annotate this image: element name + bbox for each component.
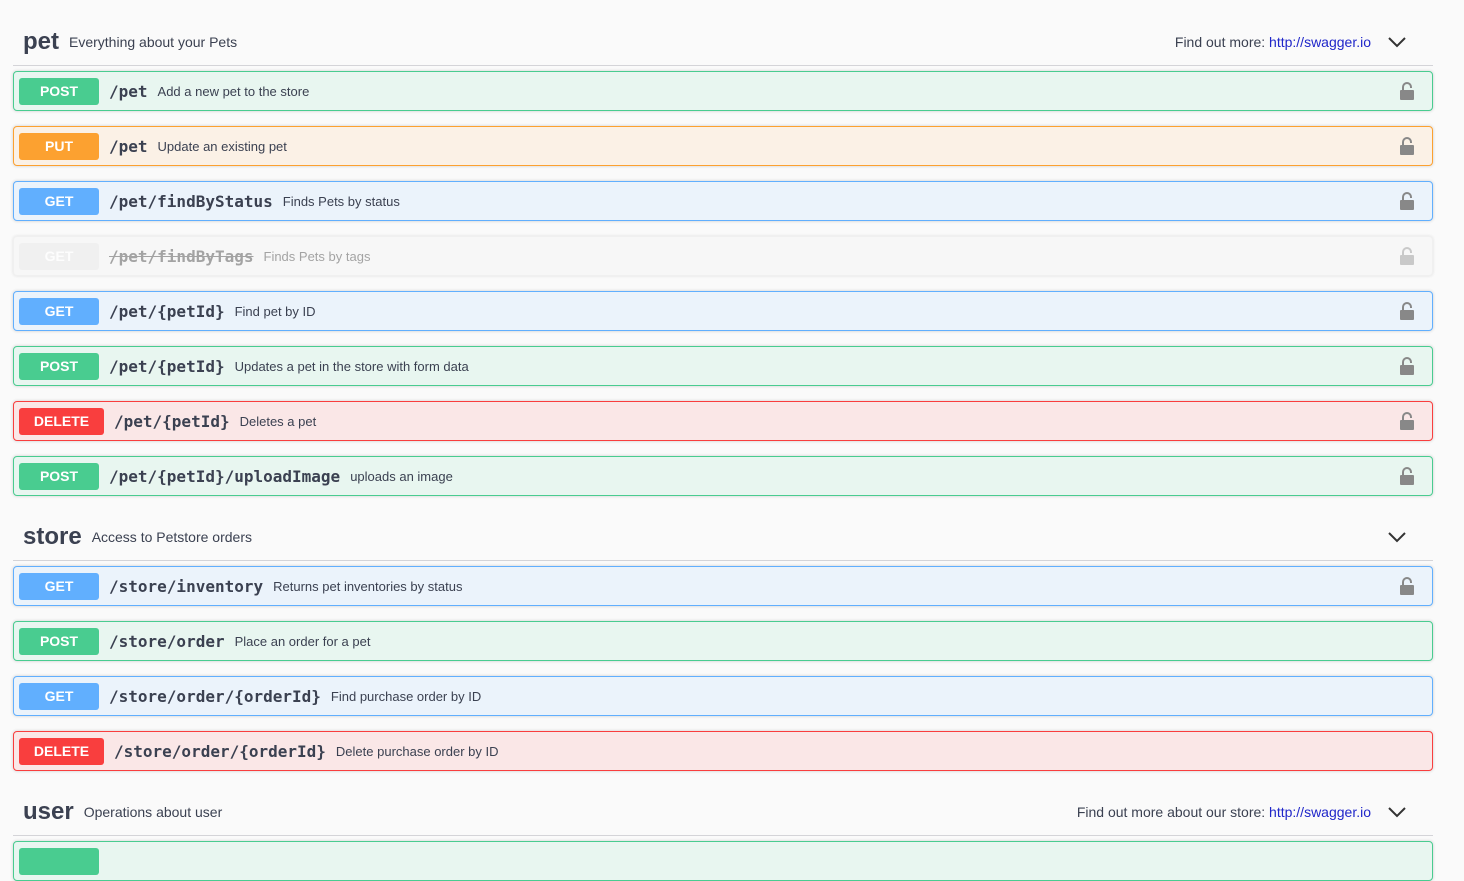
lock-icon[interactable] (1400, 576, 1414, 596)
operation-summary: Find purchase order by ID (330, 688, 482, 704)
lock-icon[interactable] (1400, 411, 1414, 431)
operation-row[interactable]: PUT /pet Update an existing pet (13, 126, 1433, 166)
operation-path: /pet/{petId} (109, 356, 225, 376)
section-description: Everything about your Pets (69, 33, 238, 50)
operation-row[interactable]: GET /store/inventory Returns pet invento… (13, 566, 1433, 606)
method-badge: POST (19, 352, 99, 380)
operation-row[interactable]: POST /pet/{petId} Updates a pet in the s… (13, 346, 1433, 386)
find-out-more: Find out more: http://swagger.io (1175, 34, 1371, 50)
operation-path: /pet/findByStatus (109, 191, 273, 211)
lock-icon[interactable] (1400, 301, 1414, 321)
method-badge: PUT (19, 132, 99, 160)
operation-path: /pet/{petId}/uploadImage (109, 466, 341, 486)
operation-row-partial[interactable] (13, 841, 1433, 881)
method-badge: GET (19, 187, 99, 215)
find-out-more: Find out more about our store: http://sw… (1077, 804, 1371, 820)
operation-path: /pet/findByTags (109, 246, 254, 266)
operation-path: /pet/{petId} (114, 411, 230, 431)
section-title: pet (23, 27, 59, 55)
operation-summary: uploads an image (350, 468, 453, 484)
method-badge: POST (19, 77, 99, 105)
operation-row[interactable]: GET /pet/findByStatus Finds Pets by stat… (13, 181, 1433, 221)
chevron-down-icon[interactable] (1387, 530, 1407, 544)
operation-row[interactable]: POST /pet/{petId}/uploadImage uploads an… (13, 456, 1433, 496)
section-title: user (23, 797, 74, 825)
method-badge: GET (19, 572, 99, 600)
chevron-down-icon[interactable] (1387, 35, 1407, 49)
operation-row[interactable]: GET /store/order/{orderId} Find purchase… (13, 676, 1433, 716)
operation-summary: Delete purchase order by ID (335, 743, 499, 759)
method-badge: GET (19, 297, 99, 325)
operation-row[interactable]: DELETE /store/order/{orderId} Delete pur… (13, 731, 1433, 771)
method-badge: GET (19, 682, 99, 710)
operation-summary: Find pet by ID (234, 303, 316, 319)
operation-summary: Deletes a pet (239, 413, 317, 429)
operation-row[interactable]: POST /pet Add a new pet to the store (13, 71, 1433, 111)
section-header-pet[interactable]: pet Everything about your Pets Find out … (13, 18, 1433, 66)
operation-path: /store/inventory (109, 576, 264, 596)
method-badge (19, 847, 99, 875)
method-badge: POST (19, 462, 99, 490)
operation-summary: Updates a pet in the store with form dat… (234, 358, 469, 374)
operation-path: /store/order/{orderId} (109, 686, 321, 706)
section-header-user[interactable]: user Operations about user Find out more… (13, 788, 1433, 836)
lock-icon[interactable] (1400, 466, 1414, 486)
external-docs-link[interactable]: http://swagger.io (1269, 804, 1371, 820)
lock-icon[interactable] (1400, 81, 1414, 101)
method-badge: POST (19, 627, 99, 655)
operation-summary: Add a new pet to the store (157, 83, 310, 99)
operation-row-deprecated[interactable]: GET /pet/findByTags Finds Pets by tags (13, 236, 1433, 276)
section-title: store (23, 522, 82, 550)
operation-summary: Returns pet inventories by status (273, 578, 463, 594)
method-badge: GET (19, 242, 99, 270)
operation-path: /store/order (109, 631, 225, 651)
operation-path: /pet/{petId} (109, 301, 225, 321)
find-out-more-label: Find out more about our store: (1076, 803, 1270, 820)
operation-path: /pet (109, 81, 148, 101)
operation-row[interactable]: GET /pet/{petId} Find pet by ID (13, 291, 1433, 331)
operation-path: /store/order/{orderId} (114, 741, 326, 761)
operation-summary: Finds Pets by tags (263, 248, 371, 264)
lock-icon[interactable] (1400, 136, 1414, 156)
find-out-more-label: Find out more: (1174, 33, 1270, 50)
external-docs-link[interactable]: http://swagger.io (1269, 34, 1371, 50)
operation-summary: Place an order for a pet (234, 633, 371, 649)
lock-icon[interactable] (1400, 191, 1414, 211)
chevron-down-icon[interactable] (1387, 805, 1407, 819)
section-description: Access to Petstore orders (91, 528, 252, 545)
operation-row[interactable]: POST /store/order Place an order for a p… (13, 621, 1433, 661)
operation-path: /pet (109, 136, 148, 156)
method-badge: DELETE (19, 407, 104, 435)
method-badge: DELETE (19, 737, 104, 765)
operation-summary: Finds Pets by status (282, 193, 400, 209)
operation-row[interactable]: DELETE /pet/{petId} Deletes a pet (13, 401, 1433, 441)
lock-icon[interactable] (1400, 246, 1414, 266)
section-header-store[interactable]: store Access to Petstore orders (13, 513, 1433, 561)
section-description: Operations about user (83, 803, 223, 820)
operation-summary: Update an existing pet (157, 138, 287, 154)
lock-icon[interactable] (1400, 356, 1414, 376)
